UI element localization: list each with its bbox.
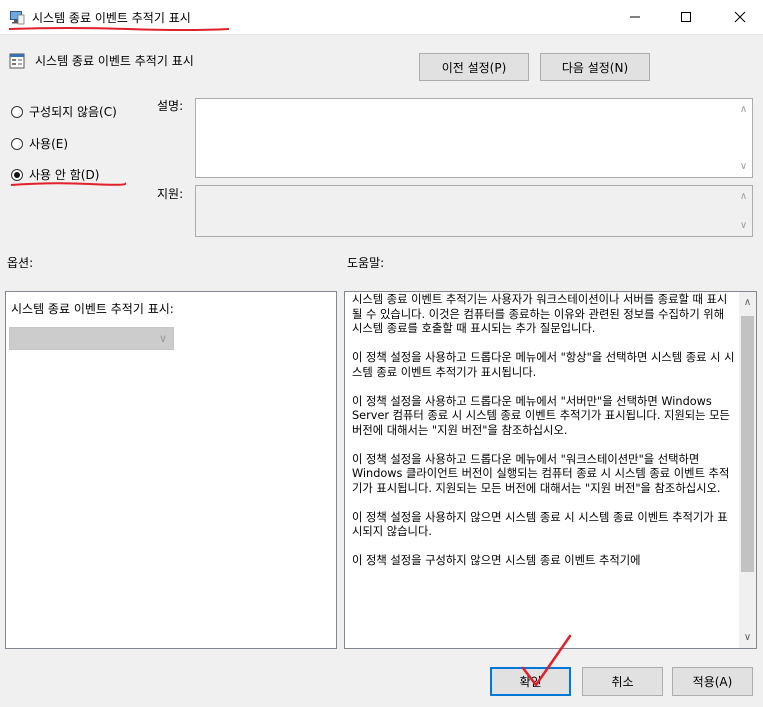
help-paragraph: 이 정책 설정을 구성하지 않으면 시스템 종료 이벤트 추적기에 bbox=[352, 554, 641, 567]
maximize-icon bbox=[681, 12, 691, 22]
checkmark-annotation bbox=[521, 634, 572, 687]
radio-button[interactable] bbox=[11, 137, 23, 150]
cancel-button[interactable]: 취소 bbox=[582, 667, 663, 696]
comment-label: 설명: bbox=[157, 99, 184, 113]
window-title: 시스템 종료 이벤트 추적기 표시 bbox=[32, 11, 191, 25]
scroll-up-icon[interactable]: ∧ bbox=[735, 188, 752, 205]
options-item-label: 시스템 종료 이벤트 추적기 표시: bbox=[11, 302, 174, 316]
radio-not-configured[interactable]: 구성되지 않음(C) bbox=[11, 103, 117, 120]
close-icon bbox=[734, 11, 746, 23]
help-text: 시스템 종료 이벤트 추적기는 사용자가 워크스테이션이나 서버를 종료할 때 … bbox=[352, 293, 736, 583]
comment-scrollbar[interactable]: ∧ ∨ bbox=[735, 99, 752, 177]
previous-setting-button[interactable]: 이전 설정(P) bbox=[419, 53, 529, 81]
scroll-down-icon[interactable]: ∨ bbox=[735, 158, 752, 175]
maximize-button[interactable] bbox=[663, 0, 709, 34]
supported-scrollbar[interactable]: ∧ ∨ bbox=[735, 186, 752, 236]
scrollbar-thumb[interactable] bbox=[741, 316, 754, 572]
help-scrollbar[interactable]: ∧ ∨ bbox=[739, 292, 756, 648]
tracker-display-dropdown: ∨ bbox=[9, 327, 174, 350]
disabled-annotation-underline bbox=[10, 182, 126, 186]
next-setting-button[interactable]: 다음 설정(N) bbox=[540, 53, 650, 81]
help-panel: 시스템 종료 이벤트 추적기는 사용자가 워크스테이션이나 서버를 종료할 때 … bbox=[344, 291, 757, 649]
help-paragraph: 이 정책 설정을 사용하고 드롭다운 메뉴에서 "항상"을 선택하면 시스템 종… bbox=[352, 351, 735, 379]
help-paragraph: 시스템 종료 이벤트 추적기는 사용자가 워크스테이션이나 서버를 종료할 때 … bbox=[352, 293, 728, 335]
title-annotation-underline bbox=[8, 27, 230, 31]
chevron-down-icon: ∨ bbox=[158, 332, 167, 345]
help-paragraph: 이 정책 설정을 사용하지 않으면 시스템 종료 시 시스템 종료 이벤트 추적… bbox=[352, 510, 728, 539]
radio-label: 사용(E) bbox=[29, 137, 69, 151]
policy-window-icon bbox=[10, 11, 25, 25]
scroll-up-icon[interactable]: ∧ bbox=[739, 294, 756, 311]
options-section-label: 옵션: bbox=[7, 256, 34, 270]
help-paragraph: 이 정책 설정을 사용하고 드롭다운 메뉴에서 "서버만"을 선택하면 Wind… bbox=[352, 394, 730, 437]
radio-enabled[interactable]: 사용(E) bbox=[11, 135, 68, 152]
scroll-up-icon[interactable]: ∧ bbox=[735, 101, 752, 118]
radio-button-selected[interactable] bbox=[11, 168, 23, 181]
radio-button[interactable] bbox=[11, 105, 23, 118]
scroll-down-icon[interactable]: ∨ bbox=[735, 217, 752, 234]
supported-on-box: ∧ ∨ bbox=[195, 185, 753, 237]
help-paragraph: 이 정책 설정을 사용하고 드롭다운 메뉴에서 "워크스테이션만"을 선택하면 … bbox=[352, 452, 730, 495]
policy-setting-icon bbox=[9, 53, 25, 69]
minimize-button[interactable] bbox=[612, 0, 658, 34]
radio-label: 구성되지 않음(C) bbox=[29, 105, 117, 119]
apply-button[interactable]: 적용(A) bbox=[672, 667, 753, 696]
policy-title: 시스템 종료 이벤트 추적기 표시 bbox=[35, 54, 194, 68]
minimize-icon bbox=[630, 16, 640, 18]
help-section-label: 도움말: bbox=[347, 256, 385, 270]
close-button[interactable] bbox=[717, 0, 763, 34]
comment-textarea[interactable]: ∧ ∨ bbox=[195, 98, 753, 178]
scroll-down-icon[interactable]: ∨ bbox=[739, 629, 756, 646]
supported-label: 지원: bbox=[157, 187, 184, 201]
